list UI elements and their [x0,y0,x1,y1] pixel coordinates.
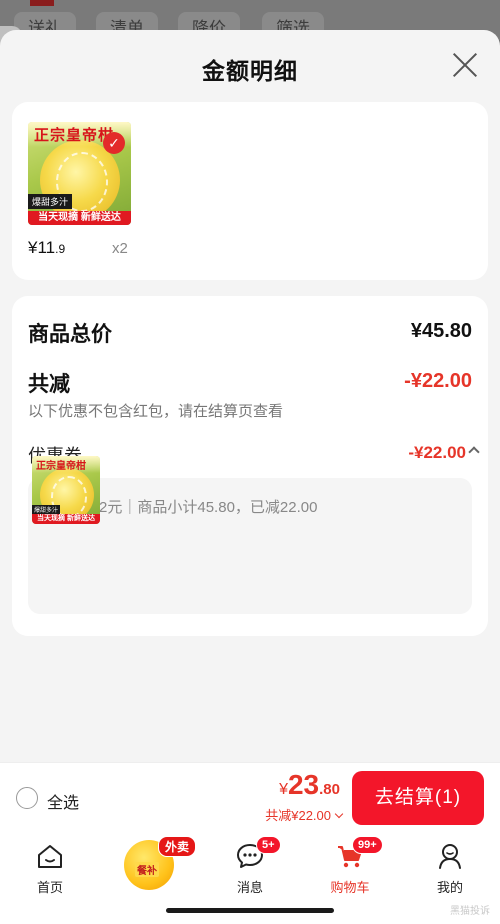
pay-price-integer: 23 [287,769,320,800]
tab-messages[interactable]: 5+ 消息 [200,832,300,896]
select-all-label[interactable]: 全选 [47,789,79,813]
product-unit-price: ¥11.9 [28,238,65,258]
coupon-image-tag: 爆甜多汁 [32,505,61,514]
checkout-button[interactable]: 去结算(1) [352,771,484,825]
takeaway-badge: 外卖 [158,836,197,857]
user-icon [439,844,461,869]
pay-reduction-text: 共减¥22.00 [265,808,331,823]
product-image-footer: 当天现摘 新鲜送达 [28,211,131,225]
tab-messages-label: 消息 [236,880,263,895]
product-image[interactable]: 正宗皇帝柑 ✓ 爆甜多汁 当天现摘 新鲜送达 [28,122,131,225]
price-integer: 11 [37,238,56,257]
product-image-tag: 爆甜多汁 [28,194,73,209]
pay-price-decimal: .80 [319,781,340,798]
pay-total-price: ¥23.80 [279,769,340,801]
product-card: 正宗皇帝柑 ✓ 爆甜多汁 当天现摘 新鲜送达 ¥11.9 x2 [12,102,488,280]
product-quantity: x2 [112,240,128,257]
pay-reduction-toggle[interactable]: 共减¥22.00 [265,805,344,824]
home-icon [38,845,62,868]
pay-price-symbol: ¥ [279,781,288,798]
checkout-bar: 全选 ¥23.80 共减¥22.00 去结算(1) [0,762,500,832]
tab-cart-label: 购物车 [330,880,370,895]
check-icon: ✓ [103,132,125,154]
background-logo [30,0,54,6]
tab-me[interactable]: 我的 [400,832,500,896]
total-reduction-value: -¥22.00 [404,370,472,392]
coupon-product-image[interactable]: 正宗皇帝柑 爆甜多汁 当天现摘 新鲜送达 [32,456,100,524]
chevron-down-icon [334,809,344,819]
total-price-label: 商品总价 [28,323,112,346]
tab-home[interactable]: 首页 [0,832,100,896]
select-all-radio[interactable] [16,787,38,809]
coupon-image-footer: 当天现摘 新鲜送达 [32,514,100,524]
cart-badge: 99+ [352,836,383,854]
tab-cart[interactable]: 99+ 购物车 [300,832,400,896]
chevron-up-icon[interactable] [468,446,480,458]
total-reduction-label: 共减 [28,373,70,396]
messages-badge: 5+ [256,836,281,854]
coupon-image-title: 正宗皇帝柑 [32,456,100,473]
tab-me-label: 我的 [436,880,463,895]
reduction-note: 以下优惠不包含红包，请在结算页查看 [28,403,284,420]
coupon-value[interactable]: -¥22.00 [408,443,466,463]
watermark: 黑猫投诉 [450,906,490,917]
total-price-value: ¥45.80 [410,320,472,342]
sheet-title: 金额明细 [202,58,298,84]
price-decimal: .9 [55,242,66,256]
takeaway-orb-text: 餐补 [135,862,159,877]
close-icon[interactable] [452,52,478,78]
tab-home-label: 首页 [36,880,63,895]
home-indicator [166,908,334,913]
